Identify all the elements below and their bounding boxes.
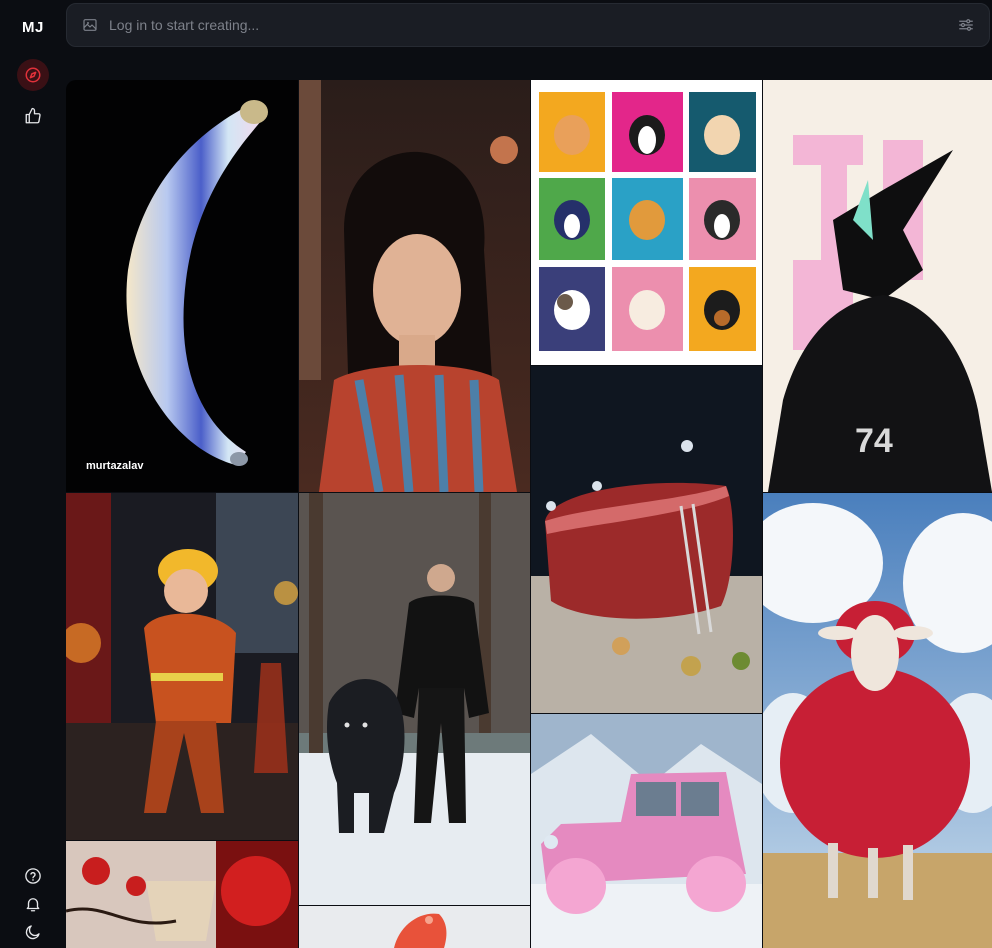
bell-icon [26,898,40,912]
man-with-wolf-image [299,493,530,905]
gallery-tile-portrait[interactable] [299,80,530,492]
gallery-tile-firefighter[interactable] [66,493,298,840]
gallery-tile-banana[interactable]: murtazalav [66,80,298,492]
settings-sliders-icon[interactable] [957,16,975,34]
compass-icon [25,67,41,83]
gallery-tile-steak[interactable] [531,366,762,713]
theme-toggle-button[interactable] [22,921,44,943]
thumbs-up-icon [25,107,41,124]
gallery-tile-pink-jeep[interactable] [531,714,762,948]
banana-image [66,80,298,492]
explore-nav-button[interactable] [17,59,49,91]
red-sheep-image [763,493,992,948]
robot-poster-image: 74 [763,80,992,492]
gallery-tile-robot[interactable]: 74 [763,80,992,492]
logo[interactable]: MJ [22,19,44,36]
likes-nav-button[interactable] [17,100,49,132]
chandelier-roses-image [66,841,298,948]
bird-image [299,906,530,948]
author-name[interactable]: murtazalav [86,460,143,472]
sidebar: MJ [0,0,66,948]
gallery-tile-wolf-man[interactable] [299,493,530,905]
dogs-pop-art-image [531,80,762,365]
notifications-button[interactable] [22,893,44,915]
poster-number: 74 [855,422,893,460]
gallery-tile-sheep[interactable] [763,493,992,948]
gallery-tile-bird[interactable] [299,906,530,948]
prompt-bar [66,3,990,47]
help-button[interactable] [22,865,44,887]
image-gallery: murtazalav 74 [66,80,992,948]
moon-icon [25,925,40,940]
gallery-tile-chandelier[interactable] [66,841,298,948]
kid-firefighter-image [66,493,298,840]
gallery-tile-dogs[interactable] [531,80,762,365]
steak-climbers-image [531,366,762,713]
pink-jeep-image [531,714,762,948]
prompt-input[interactable] [109,17,957,33]
image-icon[interactable] [82,17,98,33]
help-icon [25,868,41,884]
portrait-image [299,80,530,492]
